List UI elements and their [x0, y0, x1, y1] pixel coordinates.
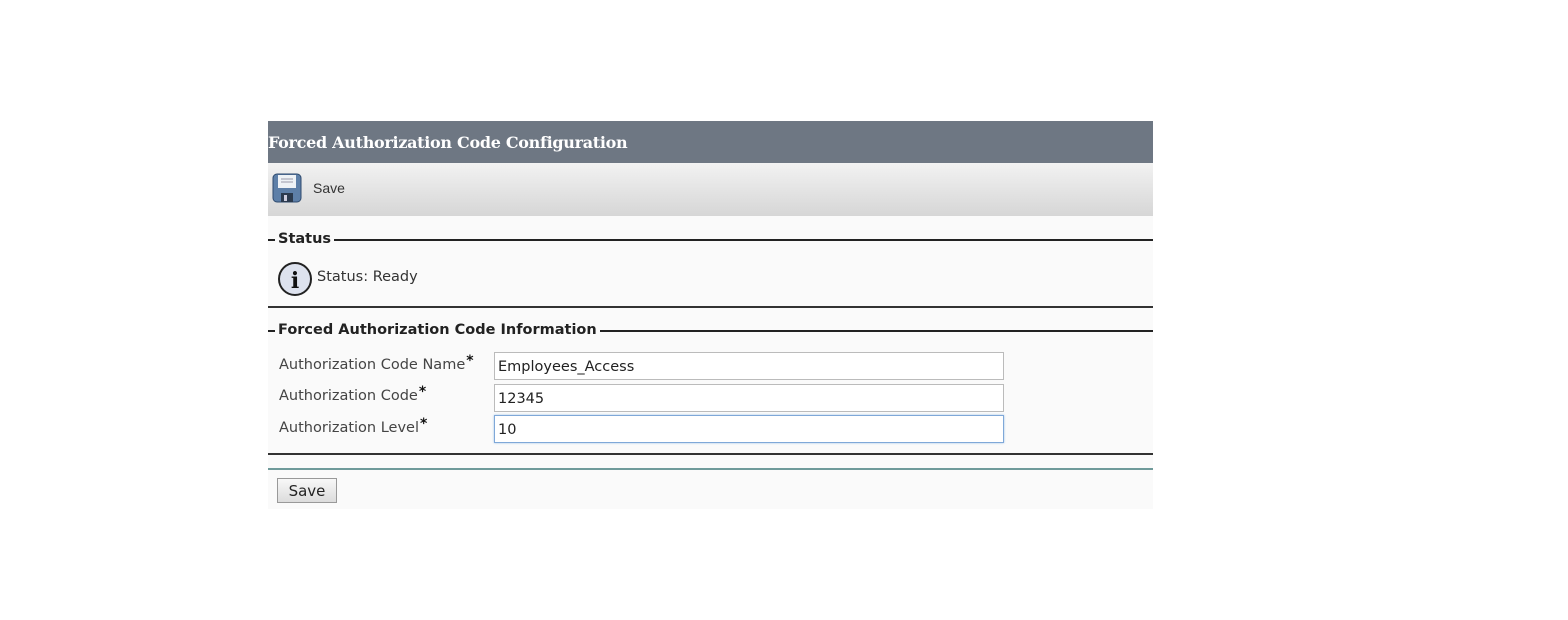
footer-divider	[268, 468, 1153, 470]
level-input[interactable]	[494, 415, 1004, 443]
divider	[268, 453, 1153, 455]
page-title: Forced Authorization Code Configuration	[268, 121, 1153, 163]
floppy-disk-icon	[272, 173, 302, 203]
code-name-label: Authorization Code Name*	[279, 353, 474, 373]
code-label: Authorization Code*	[279, 384, 427, 404]
info-legend: Forced Authorization Code Information	[275, 320, 600, 340]
toolbar: Save	[268, 163, 1153, 216]
toolbar-save-label: Save	[313, 180, 345, 196]
status-legend: Status	[275, 229, 335, 249]
save-button[interactable]: Save	[277, 478, 337, 503]
svg-text:i: i	[291, 268, 299, 294]
level-label: Authorization Level*	[279, 416, 428, 436]
info-icon: i	[278, 262, 312, 296]
divider	[268, 306, 1153, 308]
info-section: Forced Authorization Code Information	[268, 320, 1153, 340]
status-text: Status: Ready	[317, 269, 418, 285]
config-panel: Forced Authorization Code Configuration …	[268, 121, 1153, 509]
code-name-input[interactable]	[494, 352, 1004, 380]
code-input[interactable]	[494, 384, 1004, 412]
status-section: Status	[268, 229, 1153, 249]
